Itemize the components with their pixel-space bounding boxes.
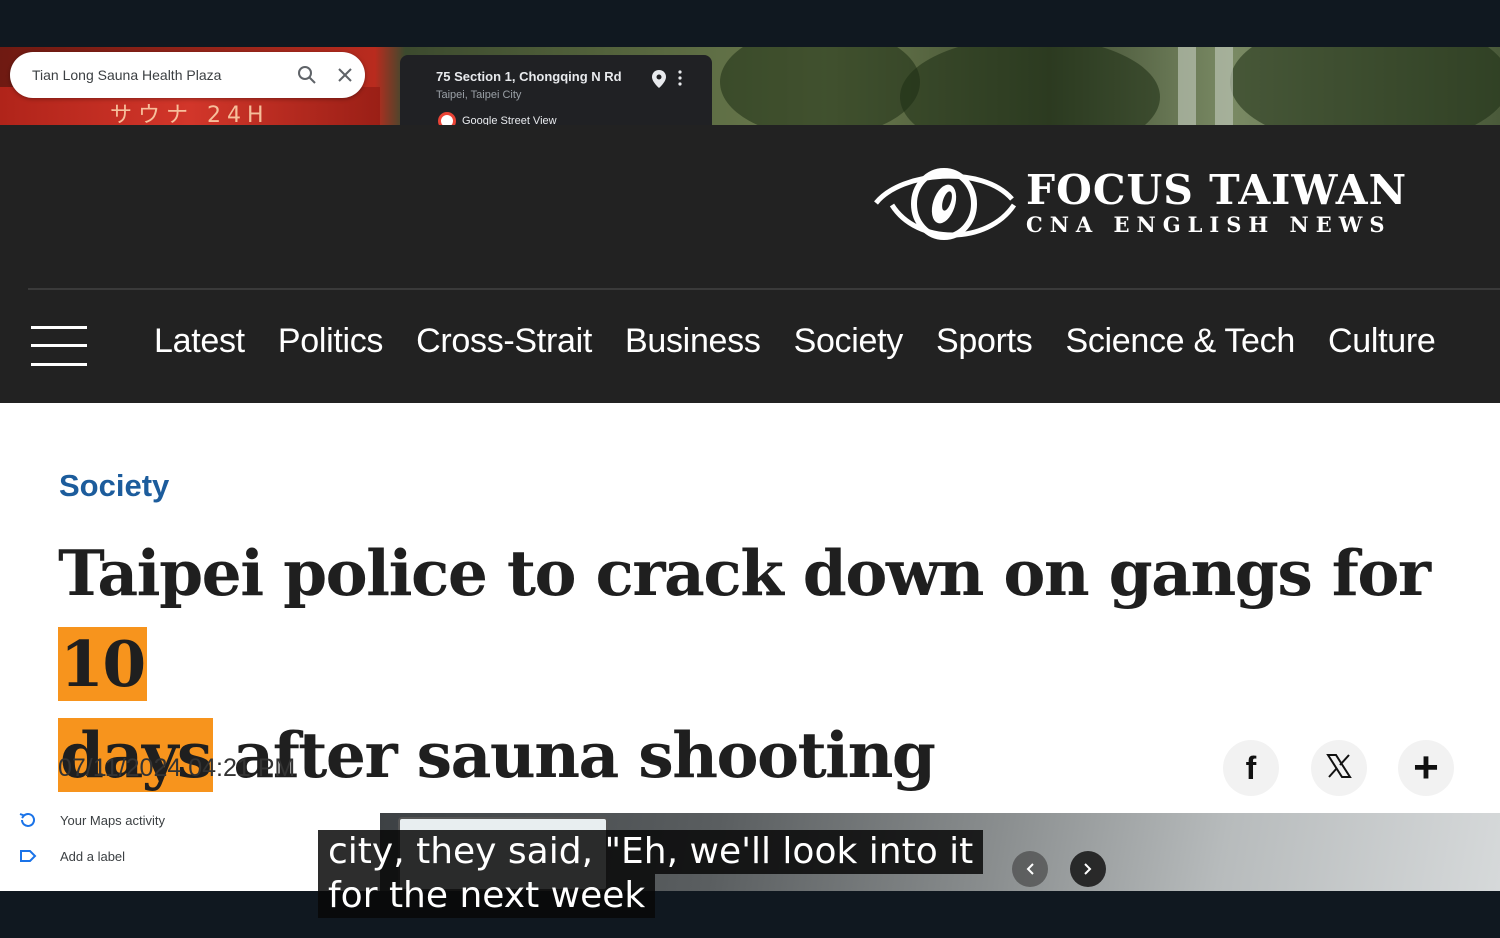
maps-search-input[interactable]: Tian Long Sauna Health Plaza (32, 67, 289, 83)
brand-title[interactable]: FOCUS TAIWAN (1026, 166, 1407, 214)
subtitle-line-2: for the next week (318, 874, 656, 918)
article-category[interactable]: Society (59, 468, 169, 504)
x-icon (1325, 752, 1353, 785)
nav-divider (28, 288, 1500, 290)
nav-item-science-tech[interactable]: Science & Tech (1065, 322, 1295, 361)
nav-item-politics[interactable]: Politics (278, 322, 384, 361)
next-arrow-icon[interactable] (1070, 851, 1106, 887)
nav-item-latest[interactable]: Latest (154, 322, 245, 361)
close-icon[interactable] (325, 57, 365, 93)
street-view-info-card: 75 Section 1, Chongqing N Rd Taipei, Tai… (400, 55, 712, 130)
headline-text-2: after sauna shooting (212, 718, 936, 792)
main-nav: Latest Politics Cross-Strait Business So… (154, 322, 1436, 361)
nav-item-sports[interactable]: Sports (936, 322, 1033, 361)
nav-item-society[interactable]: Society (794, 322, 904, 361)
search-icon[interactable] (289, 57, 325, 93)
menu-item-maps-activity[interactable]: Your Maps activity (18, 810, 165, 830)
x-share-button[interactable] (1311, 740, 1367, 796)
menu-item-label: Add a label (60, 848, 126, 864)
subtitle-line-1: city, they said, "Eh, we'll look into it (318, 830, 984, 874)
facebook-share-button[interactable]: f (1223, 740, 1279, 796)
nav-item-cross-strait[interactable]: Cross-Strait (416, 322, 592, 361)
street-view-locality: Taipei, Taipei City (436, 89, 522, 101)
more-options-icon[interactable] (678, 70, 682, 91)
video-letterbox-bottom (0, 891, 1500, 938)
headline-highlight-1: 10 (58, 627, 147, 701)
nav-item-business[interactable]: Business (625, 322, 761, 361)
more-share-button[interactable]: + (1398, 740, 1454, 796)
video-letterbox-top (0, 0, 1500, 47)
label-icon (20, 850, 37, 862)
map-pin-icon[interactable] (652, 70, 666, 93)
menu-hamburger-icon[interactable] (31, 325, 87, 367)
focus-taiwan-eye-logo-icon[interactable] (872, 163, 1018, 243)
previous-arrow-icon[interactable] (1012, 851, 1048, 887)
maps-search-box[interactable]: Tian Long Sauna Health Plaza (10, 52, 365, 98)
facebook-icon: f (1245, 749, 1257, 786)
neon-sign-text: サウナ 24H (110, 103, 270, 125)
history-icon (19, 812, 35, 827)
plus-icon: + (1413, 743, 1439, 792)
nav-item-culture[interactable]: Culture (1328, 322, 1436, 361)
street-view-address[interactable]: 75 Section 1, Chongqing N Rd (436, 69, 712, 84)
menu-item-add-label[interactable]: Add a label (18, 846, 125, 866)
article-date: 07/11/2024 04:21 PM (58, 754, 296, 782)
brand-subtitle: CNA ENGLISH NEWS (1026, 212, 1392, 237)
headline-text-1: Taipei police to crack down on gangs for (58, 536, 1431, 610)
menu-item-label: Your Maps activity (60, 812, 166, 828)
